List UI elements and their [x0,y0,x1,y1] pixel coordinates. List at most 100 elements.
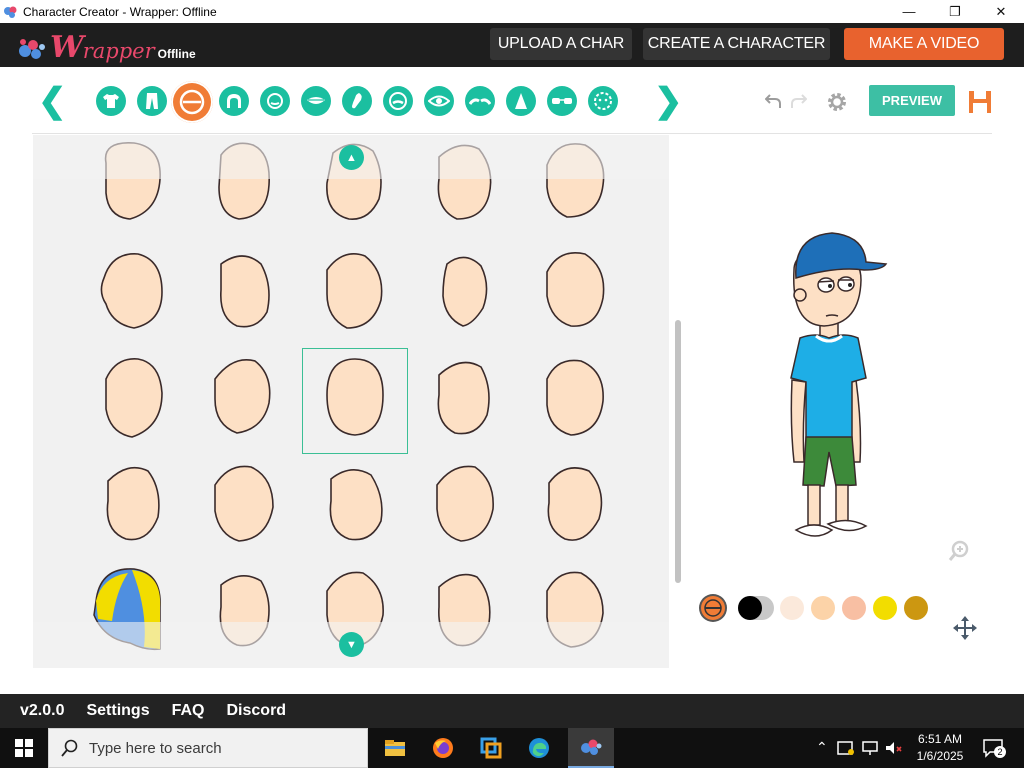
head-color-picker-icon[interactable] [701,596,725,620]
wrapper-logo[interactable]: W rapper Offline [16,27,196,63]
head-shape-thumbnail [442,256,488,327]
head-shape-option[interactable] [523,242,627,346]
facial-hair-icon[interactable] [383,86,413,116]
zoom-in-icon[interactable] [948,540,970,562]
category-toolbar: ❮ ❯ PREVIEW [0,67,1024,135]
scroll-up-arrow-icon[interactable]: ▲ [339,145,364,170]
app-header: W rapper Offline UPLOAD A CHAR CREATE A … [0,23,1024,67]
head-shape-thumbnail [220,255,270,328]
head-shape-option[interactable] [193,349,297,453]
head-shape-icon[interactable] [171,81,213,123]
clock-date: 1/6/2025 [916,749,964,763]
app-footer: v2.0.0 Settings FAQ Discord [0,694,1024,728]
head-shape-thumbnail [106,466,160,541]
taskbar-clock[interactable]: 6:51 AM 1/6/2025 [912,731,968,765]
head-shape-option[interactable] [413,349,517,453]
faq-link[interactable]: FAQ [172,702,205,720]
logo-blob-icon [19,39,45,59]
nose-icon[interactable] [506,86,536,116]
move-icon[interactable] [952,615,978,641]
head-shape-thumbnail [546,252,605,327]
head-shape-option[interactable] [413,242,517,346]
volume-muted-icon[interactable] [885,740,903,756]
head-shape-option[interactable] [82,455,186,559]
window-title-bar: Character Creator - Wrapper: Offline — ❐… [0,0,1024,23]
head-shape-option[interactable] [303,455,407,559]
mouth-icon[interactable] [301,86,331,116]
restore-button[interactable]: ❐ [932,0,978,23]
show-hidden-icons-icon[interactable]: ⌃ [816,739,828,756]
skin-swatch-4[interactable] [873,596,897,620]
head-shape-thumbnail [437,361,490,435]
head-shape-thumbnail [105,358,163,438]
gallery-scrollbar[interactable] [675,320,681,583]
make-video-button[interactable]: MAKE A VIDEO [844,28,1004,60]
app-3-icon[interactable] [468,728,514,768]
head-shape-thumbnail [547,467,603,541]
head-shape-thumbnail [326,253,383,329]
head-shape-option[interactable] [523,455,627,559]
security-icon[interactable] [837,740,855,756]
create-character-button[interactable]: CREATE A CHARACTER [643,28,830,60]
head-shape-option[interactable] [303,242,407,346]
ear-icon[interactable] [342,86,372,116]
minimize-button[interactable]: — [886,0,932,23]
notification-center-icon[interactable]: 2 [982,738,1006,758]
head-shape-option[interactable] [302,348,408,454]
preview-button[interactable]: PREVIEW [869,85,955,116]
upload-char-button[interactable]: UPLOAD A CHAR [490,28,632,60]
network-icon[interactable] [862,740,880,756]
head-shape-option[interactable] [193,455,297,559]
skin-swatch-2[interactable] [811,596,835,620]
file-explorer-icon[interactable] [372,728,418,768]
logo-offline: Offline [157,47,196,61]
edge-icon[interactable] [516,728,562,768]
hair-icon[interactable] [219,86,249,116]
windows-logo-icon [15,739,33,757]
settings-link[interactable]: Settings [86,702,149,720]
windows-taskbar: Type here to search ⌃ 6:51 AM 1/6/2025 2 [0,728,1024,768]
version-label: v2.0.0 [20,702,65,719]
eye-icon[interactable] [424,86,454,116]
head-shape-option[interactable] [193,242,297,346]
head-shape-thumbnail [214,359,271,434]
skin-swatch-3[interactable] [842,596,866,620]
face-icon[interactable] [260,86,290,116]
close-button[interactable]: ✕ [978,0,1024,23]
undo-icon[interactable] [765,93,781,109]
head-shape-option[interactable] [82,349,186,453]
skin-swatch-1[interactable] [780,596,804,620]
logo-rapper: rapper [82,39,155,63]
head-shape-thumbnail [326,358,384,436]
scroll-down-arrow-icon[interactable]: ▼ [339,632,364,657]
search-icon [61,739,78,757]
start-button[interactable] [0,728,48,768]
outline-color-dropdown[interactable] [738,596,774,620]
mark-icon[interactable] [588,86,618,116]
clock-time: 6:51 AM [917,732,963,746]
head-shape-option[interactable] [523,349,627,453]
head-shape-gallery[interactable]: ▲ ▼ [33,135,669,668]
character-figure [790,232,888,537]
logo-w: W [50,30,84,65]
search-placeholder: Type here to search [89,739,222,757]
discord-link[interactable]: Discord [227,702,287,720]
skin-swatch-5[interactable] [904,596,928,620]
gear-icon[interactable] [825,90,849,114]
taskbar-search-box[interactable]: Type here to search [48,728,368,768]
save-icon[interactable] [968,90,992,114]
prev-category-arrow-icon[interactable]: ❮ [38,83,67,119]
eyebrow-icon[interactable] [465,86,495,116]
head-shape-thumbnail [546,359,604,436]
pants-icon[interactable] [137,86,167,116]
head-shape-thumbnail [329,469,383,541]
head-shape-option[interactable] [413,455,517,559]
shirt-icon[interactable] [96,86,126,116]
head-shape-option[interactable] [82,242,186,346]
firefox-icon[interactable] [420,728,466,768]
next-category-arrow-icon[interactable]: ❯ [654,83,683,119]
glasses-icon[interactable] [547,86,577,116]
head-shape-thumbnail [436,465,494,542]
redo-icon[interactable] [791,93,807,109]
wrapper-offline-taskbar-icon[interactable] [568,728,614,768]
